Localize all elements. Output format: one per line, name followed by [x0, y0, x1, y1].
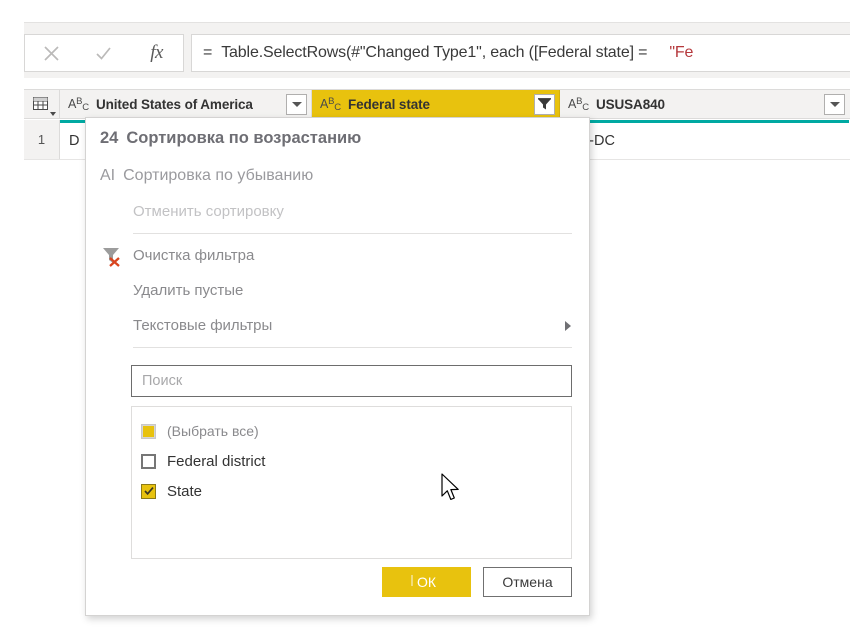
column-filter-button-1[interactable]	[286, 94, 307, 115]
grid-corner-button[interactable]	[24, 90, 60, 118]
cancel-button[interactable]: Отмена	[483, 567, 572, 597]
checkbox-indeterminate-icon[interactable]	[141, 423, 156, 439]
table-icon	[33, 96, 50, 112]
sort-descending-icon: AI	[100, 167, 116, 184]
ok-button[interactable]: ОК	[382, 567, 471, 597]
column-filter-button-3[interactable]	[824, 94, 845, 115]
menu-item-text-filters[interactable]: Текстовые фильтры	[86, 308, 589, 343]
search-input[interactable]: Поиск	[131, 365, 572, 397]
column-header-ususa840[interactable]: ABC USUSA840	[560, 90, 849, 118]
fx-icon[interactable]: fx	[137, 36, 177, 70]
column-header-label: United States of America	[95, 96, 253, 112]
dialog-button-row: ОК Отмена	[86, 567, 589, 597]
column-header-label: Federal state	[347, 96, 430, 112]
search-container: Поиск	[86, 352, 589, 397]
chevron-down-icon	[829, 102, 840, 107]
list-item-label: Federal district	[167, 452, 266, 470]
menu-item-clear-filter[interactable]: Очистка фильтра	[86, 238, 589, 273]
type-abc-icon: ABC	[320, 95, 341, 113]
menu-item-clear-sort: Отменить сортировку	[86, 194, 589, 229]
formula-expression: Table.SelectRows(#"Changed Type1", each …	[221, 44, 648, 61]
chevron-down-icon	[291, 102, 302, 107]
type-abc-icon: ABC	[568, 95, 589, 113]
list-item-select-all[interactable]: (Выбрать все)	[141, 416, 571, 446]
ok-button-label: ОК	[416, 574, 437, 590]
clear-filter-icon	[99, 243, 125, 269]
power-query-editor: fx = Table.SelectRows(#"Changed Type1", e…	[0, 0, 850, 634]
menu-divider-2	[133, 347, 572, 348]
filter-dropdown-panel: 24 Сортировка по возрастанию AI Сортиров…	[85, 117, 590, 616]
formula-string-literal: "Fe	[669, 44, 694, 61]
cell-ususa840[interactable]: US-DC	[560, 120, 849, 159]
value-list[interactable]: (Выбрать все) Federal district State	[131, 406, 572, 559]
column-filter-button-2[interactable]	[534, 94, 555, 115]
menu-item-label: Сортировка по убыванию	[123, 167, 314, 184]
list-item-federal-district[interactable]: Federal district	[141, 446, 571, 476]
value-list-container: (Выбрать все) Federal district State	[86, 397, 589, 559]
column-header-label: USUSA840	[595, 96, 665, 112]
menu-item-label: Текстовые фильтры	[133, 317, 273, 334]
menu-item-label: Отменить сортировку	[133, 203, 284, 220]
list-item-label: (Выбрать все)	[167, 423, 259, 439]
formula-equals: =	[203, 44, 213, 61]
list-item-state[interactable]: State	[141, 476, 571, 506]
checkbox-checked-icon[interactable]	[141, 483, 156, 499]
menu-item-label: Сортировка по возрастанию	[126, 128, 362, 147]
menu-item-label: Очистка фильтра	[133, 247, 255, 264]
ok-button-artifact	[411, 575, 413, 586]
menu-item-sort-ascending[interactable]: 24 Сортировка по возрастанию	[86, 118, 589, 158]
menu-item-remove-empty[interactable]: Удалить пустые	[86, 273, 589, 308]
close-icon[interactable]	[31, 36, 71, 70]
menu-item-label: Удалить пустые	[133, 282, 244, 299]
sort-ascending-icon: 24	[100, 128, 119, 147]
checkbox-unchecked-icon[interactable]	[141, 453, 156, 469]
column-header-united-states-of-america[interactable]: ABC United States of America	[60, 90, 312, 118]
filter-icon	[538, 98, 551, 110]
formula-bar: fx = Table.SelectRows(#"Changed Type1", e…	[24, 22, 850, 78]
column-header-row: ABC United States of America ABC Federal…	[24, 89, 850, 119]
row-number: 1	[24, 120, 60, 159]
cancel-button-label: Отмена	[502, 574, 553, 590]
chevron-down-icon	[50, 112, 56, 116]
menu-item-sort-descending[interactable]: AI Сортировка по убыванию	[86, 158, 589, 194]
formula-input[interactable]: = Table.SelectRows(#"Changed Type1", each…	[191, 34, 850, 72]
type-abc-icon: ABC	[68, 95, 89, 113]
formula-bar-actions: fx	[24, 34, 184, 72]
check-icon[interactable]	[84, 36, 124, 70]
chevron-right-icon	[565, 320, 571, 331]
list-item-label: State	[167, 482, 203, 500]
menu-divider-1	[133, 233, 572, 234]
column-header-federal-state[interactable]: ABC Federal state	[312, 90, 560, 118]
